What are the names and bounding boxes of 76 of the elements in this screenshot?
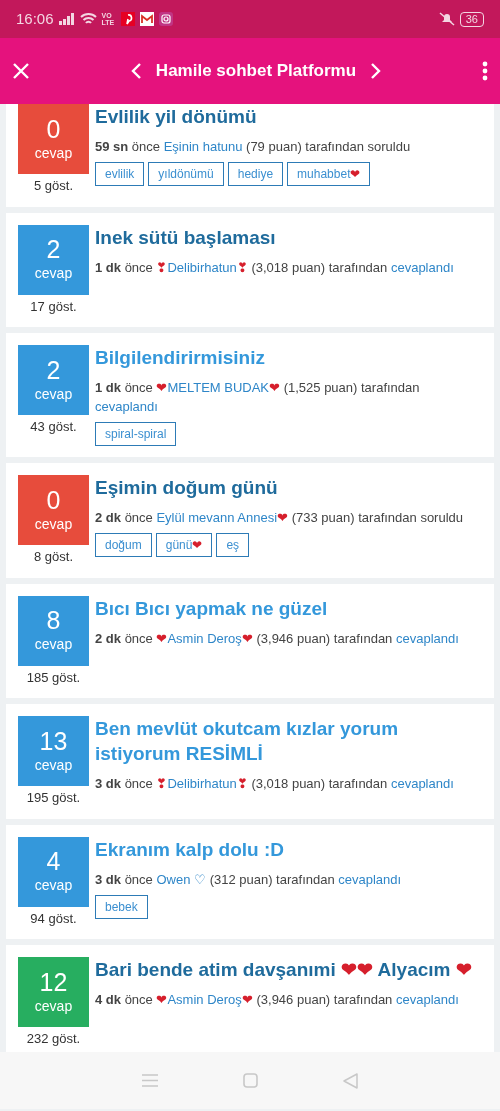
answer-count-label: cevap xyxy=(34,384,73,404)
answer-count: 8 xyxy=(46,606,61,634)
question-meta: 2 dk önce ❤Asmin Deroş❤ (3,946 puan) tarafından cevaplandı xyxy=(95,629,460,648)
answer-count: 2 xyxy=(46,235,61,263)
answer-count-label: cevap xyxy=(34,876,73,895)
tag-link[interactable]: günü❤ xyxy=(155,533,213,557)
view-count: 185 göst. xyxy=(25,668,82,687)
clock-time: 16:06 xyxy=(16,8,54,29)
answer-link[interactable]: cevaplandı xyxy=(395,630,459,646)
tag-link[interactable]: bebek xyxy=(95,894,148,919)
view-count: 17 göst. xyxy=(29,297,78,316)
answer-count-label: cevap xyxy=(34,264,73,283)
answer-count-label: cevap xyxy=(34,635,73,654)
question-meta: 4 dk önce ❤Asmin Deroş❤ (3,946 puan) tarafından cevaplandı xyxy=(95,991,460,1009)
answer-count-label: cevap xyxy=(34,996,73,1016)
signal-icon xyxy=(58,13,75,25)
question-meta: 1 dk önce ❤MELTEM BUDAK❤ (1,525 puan) tarafından cevaplandı xyxy=(95,379,421,416)
answer-count: 12 xyxy=(39,967,68,996)
view-count: 94 göst. xyxy=(29,909,78,928)
camera-icon xyxy=(158,12,173,26)
answer-count: 4 xyxy=(46,847,61,875)
chevron-left-icon[interactable] xyxy=(130,62,142,80)
answer-count: 0 xyxy=(46,114,61,143)
user-link[interactable]: ❣Delibirhatun❣ xyxy=(156,259,248,275)
question-title-link[interactable]: Evlilik yil dönümü xyxy=(95,104,482,129)
answer-link[interactable]: cevaplandı xyxy=(95,399,158,414)
chevron-right-icon[interactable] xyxy=(370,62,382,80)
battery-indicator: 36 xyxy=(459,11,484,27)
question-meta: 2 dk önce Eylül mevann Annesi❤ (733 puan) tarafından soruldu xyxy=(95,509,465,527)
tag-link[interactable]: spiral-spiral xyxy=(95,422,177,446)
tag-link[interactable]: yıldönümü xyxy=(148,162,224,186)
question-title-link[interactable]: Eşimin doğum günü xyxy=(95,475,482,500)
tag-link[interactable]: doğum xyxy=(95,533,152,557)
question-title-link[interactable]: Bari bende atim davşanımi ❤❤ Alyacım ❤ xyxy=(95,957,482,982)
mail-icon xyxy=(139,12,154,26)
user-link[interactable]: Owen ♡ xyxy=(156,871,206,887)
user-link[interactable]: ❤MELTEM BUDAK❤ xyxy=(156,380,281,395)
answer-count-label: cevap xyxy=(34,755,73,775)
question-meta: 3 dk önce ❣Delibirhatun❣ (3,018 puan) tarafından cevaplandı xyxy=(95,775,455,793)
tag-link[interactable]: hediye xyxy=(227,162,284,186)
answer-count-label: cevap xyxy=(34,143,73,163)
answer-link[interactable]: cevaplandı xyxy=(390,259,454,275)
answer-count: 0 xyxy=(46,485,61,514)
answer-link[interactable]: cevaplandı xyxy=(390,776,454,791)
question-title-link[interactable]: Bıcı Bıcı yapmak ne güzel xyxy=(95,595,482,621)
answer-count: 2 xyxy=(46,355,61,384)
question-title-link[interactable]: Bilgilendirirmisiniz xyxy=(95,345,482,370)
question-meta: 59 sn önce Eşinin hatunu (79 puan) tarafından soruldu xyxy=(95,138,412,156)
wifi-icon xyxy=(79,12,97,26)
user-link[interactable]: ❣Delibirhatun❣ xyxy=(156,776,248,791)
menu-icon[interactable] xyxy=(482,61,488,81)
tag-link[interactable]: evlilik xyxy=(95,162,145,186)
question-title-link[interactable]: Ekranım kalp dolu :D xyxy=(95,836,482,862)
mute-icon xyxy=(438,12,455,26)
answer-count: 13 xyxy=(39,726,68,755)
close-icon[interactable] xyxy=(12,62,30,80)
tag-link[interactable]: eş xyxy=(216,533,250,557)
question-title-link[interactable]: Ben mevlüt okutcam kızlar yorum istiyorum RESİMLİ xyxy=(95,716,482,766)
view-count: 195 göst. xyxy=(25,789,82,807)
question-meta: 3 dk önce Owen ♡ (312 puan) tarafından cevaplandı xyxy=(95,870,403,889)
answer-count-label: cevap xyxy=(34,514,73,534)
user-link[interactable]: Eylül mevann Annesi❤ xyxy=(156,510,289,525)
pin-icon xyxy=(120,12,135,26)
view-count: 8 göst. xyxy=(33,548,74,566)
user-link[interactable]: Eşinin hatunu xyxy=(163,139,243,154)
user-link[interactable]: ❤Asmin Deroş❤ xyxy=(156,992,253,1007)
view-count: 232 göst. xyxy=(25,1030,82,1048)
answer-link[interactable]: cevaplandı xyxy=(338,871,402,887)
page-title: Hamile sohbet Platformu xyxy=(154,60,358,83)
tag-link[interactable]: muhabbet❤ xyxy=(287,162,371,186)
user-link[interactable]: ❤Asmin Deroş❤ xyxy=(156,630,253,646)
answer-link[interactable]: cevaplandı xyxy=(395,992,459,1007)
view-count: 5 göst. xyxy=(33,177,74,195)
question-title-link[interactable]: Inek sütü başlaması xyxy=(95,224,482,250)
view-count: 43 göst. xyxy=(29,418,78,436)
question-meta: 1 dk önce ❣Delibirhatun❣ (3,018 puan) tarafından cevaplandı xyxy=(95,258,455,277)
